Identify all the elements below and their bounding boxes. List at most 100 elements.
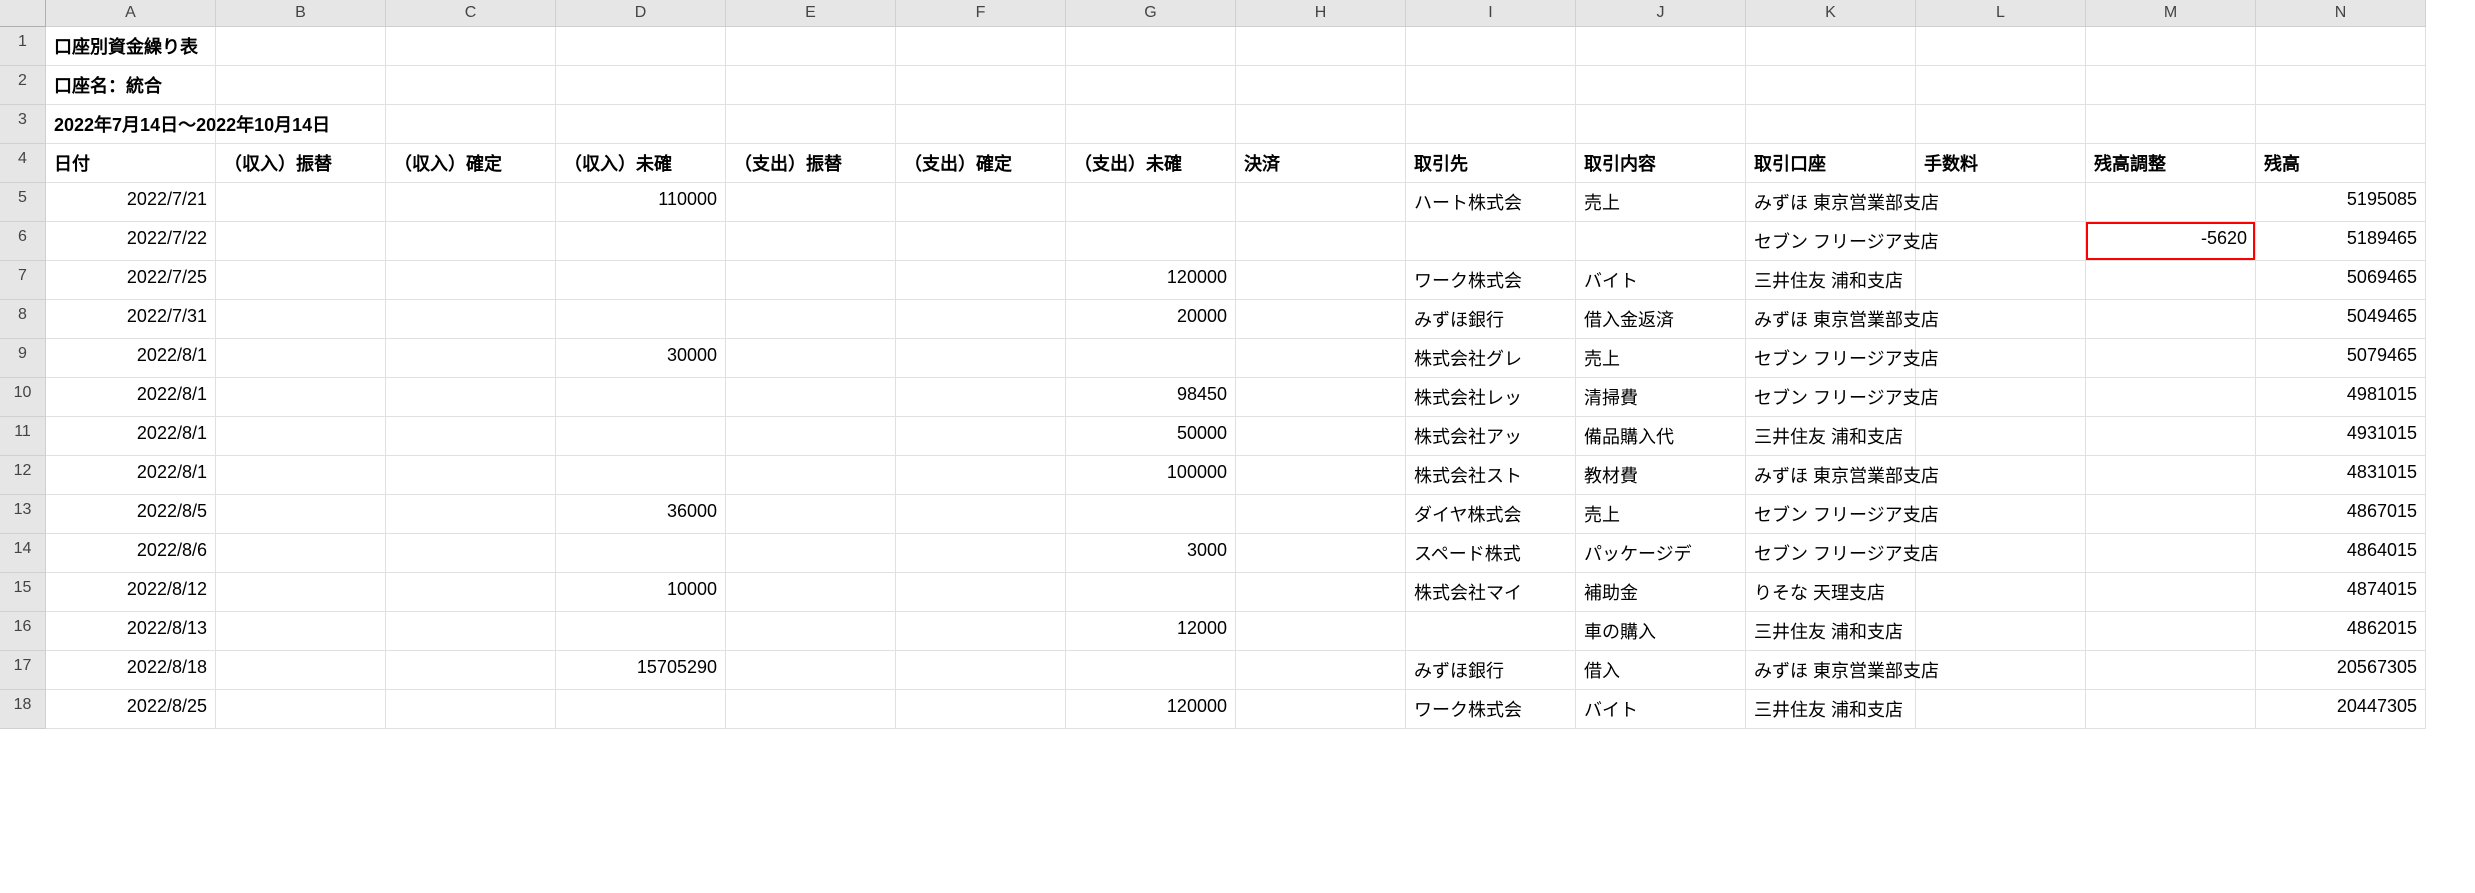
cell-L1[interactable] xyxy=(1916,27,2086,66)
cell-I7[interactable]: ワーク株式会 xyxy=(1406,261,1576,300)
row-header-17[interactable]: 17 xyxy=(0,651,46,690)
cell-I2[interactable] xyxy=(1406,66,1576,105)
cell-J9[interactable]: 売上 xyxy=(1576,339,1746,378)
header-A[interactable]: 日付 xyxy=(46,144,216,183)
cell-D6[interactable] xyxy=(556,222,726,261)
cell-N1[interactable] xyxy=(2256,27,2426,66)
cell-J16[interactable]: 車の購入 xyxy=(1576,612,1746,651)
cell-K17[interactable]: みずほ 東京営業部支店 xyxy=(1746,651,1916,690)
cell-B11[interactable] xyxy=(216,417,386,456)
cell-B2[interactable] xyxy=(216,66,386,105)
cell-F18[interactable] xyxy=(896,690,1066,729)
cell-F1[interactable] xyxy=(896,27,1066,66)
cell-F13[interactable] xyxy=(896,495,1066,534)
cell-K16[interactable]: 三井住友 浦和支店 xyxy=(1746,612,1916,651)
cell-F5[interactable] xyxy=(896,183,1066,222)
cell-M13[interactable] xyxy=(2086,495,2256,534)
cell-E1[interactable] xyxy=(726,27,896,66)
cell-D10[interactable] xyxy=(556,378,726,417)
cell-M7[interactable] xyxy=(2086,261,2256,300)
cell-J8[interactable]: 借入金返済 xyxy=(1576,300,1746,339)
cell-A13[interactable]: 2022/8/5 xyxy=(46,495,216,534)
cell-C3[interactable] xyxy=(386,105,556,144)
cell-K7[interactable]: 三井住友 浦和支店 xyxy=(1746,261,1916,300)
cell-N15[interactable]: 4874015 xyxy=(2256,573,2426,612)
cell-L7[interactable] xyxy=(1916,261,2086,300)
cell-E17[interactable] xyxy=(726,651,896,690)
cell-C12[interactable] xyxy=(386,456,556,495)
cell-I6[interactable] xyxy=(1406,222,1576,261)
cell-I3[interactable] xyxy=(1406,105,1576,144)
spreadsheet-grid[interactable]: ABCDEFGHIJKLMN1口座別資金繰り表2口座名：統合32022年7月14… xyxy=(0,0,2475,729)
cell-M2[interactable] xyxy=(2086,66,2256,105)
cell-C1[interactable] xyxy=(386,27,556,66)
period-cell[interactable]: 2022年7月14日～2022年10月14日 xyxy=(46,105,216,144)
col-header-B[interactable]: B xyxy=(216,0,386,27)
cell-I11[interactable]: 株式会社アッ xyxy=(1406,417,1576,456)
col-header-H[interactable]: H xyxy=(1236,0,1406,27)
col-header-J[interactable]: J xyxy=(1576,0,1746,27)
cell-G16[interactable]: 12000 xyxy=(1066,612,1236,651)
cell-H15[interactable] xyxy=(1236,573,1406,612)
cell-J12[interactable]: 教材費 xyxy=(1576,456,1746,495)
cell-C18[interactable] xyxy=(386,690,556,729)
title-cell[interactable]: 口座別資金繰り表 xyxy=(46,27,216,66)
cell-F15[interactable] xyxy=(896,573,1066,612)
cell-L11[interactable] xyxy=(1916,417,2086,456)
row-header-7[interactable]: 7 xyxy=(0,261,46,300)
row-header-1[interactable]: 1 xyxy=(0,27,46,66)
header-J[interactable]: 取引内容 xyxy=(1576,144,1746,183)
cell-H1[interactable] xyxy=(1236,27,1406,66)
cell-J15[interactable]: 補助金 xyxy=(1576,573,1746,612)
cell-L13[interactable] xyxy=(1916,495,2086,534)
cell-L9[interactable] xyxy=(1916,339,2086,378)
cell-D5[interactable]: 110000 xyxy=(556,183,726,222)
cell-N14[interactable]: 4864015 xyxy=(2256,534,2426,573)
cell-C16[interactable] xyxy=(386,612,556,651)
cell-C8[interactable] xyxy=(386,300,556,339)
row-header-18[interactable]: 18 xyxy=(0,690,46,729)
cell-C13[interactable] xyxy=(386,495,556,534)
cell-G13[interactable] xyxy=(1066,495,1236,534)
cell-L2[interactable] xyxy=(1916,66,2086,105)
row-header-8[interactable]: 8 xyxy=(0,300,46,339)
cell-B10[interactable] xyxy=(216,378,386,417)
cell-J5[interactable]: 売上 xyxy=(1576,183,1746,222)
header-C[interactable]: （収入）確定 xyxy=(386,144,556,183)
cell-H14[interactable] xyxy=(1236,534,1406,573)
cell-E7[interactable] xyxy=(726,261,896,300)
cell-I17[interactable]: みずほ銀行 xyxy=(1406,651,1576,690)
cell-F14[interactable] xyxy=(896,534,1066,573)
cell-K9[interactable]: セブン フリージア支店 xyxy=(1746,339,1916,378)
cell-N16[interactable]: 4862015 xyxy=(2256,612,2426,651)
cell-M6[interactable]: -5620 xyxy=(2086,222,2256,261)
cell-D7[interactable] xyxy=(556,261,726,300)
cell-C9[interactable] xyxy=(386,339,556,378)
cell-E13[interactable] xyxy=(726,495,896,534)
cell-L14[interactable] xyxy=(1916,534,2086,573)
header-K[interactable]: 取引口座 xyxy=(1746,144,1916,183)
col-header-F[interactable]: F xyxy=(896,0,1066,27)
cell-D17[interactable]: 15705290 xyxy=(556,651,726,690)
cell-H6[interactable] xyxy=(1236,222,1406,261)
row-header-13[interactable]: 13 xyxy=(0,495,46,534)
cell-L8[interactable] xyxy=(1916,300,2086,339)
cell-I9[interactable]: 株式会社グレ xyxy=(1406,339,1576,378)
cell-L16[interactable] xyxy=(1916,612,2086,651)
cell-I5[interactable]: ハート株式会 xyxy=(1406,183,1576,222)
cell-J6[interactable] xyxy=(1576,222,1746,261)
cell-J7[interactable]: バイト xyxy=(1576,261,1746,300)
cell-I1[interactable] xyxy=(1406,27,1576,66)
cell-G5[interactable] xyxy=(1066,183,1236,222)
cell-J14[interactable]: パッケージデ xyxy=(1576,534,1746,573)
cell-E14[interactable] xyxy=(726,534,896,573)
cell-J2[interactable] xyxy=(1576,66,1746,105)
cell-M15[interactable] xyxy=(2086,573,2256,612)
cell-K1[interactable] xyxy=(1746,27,1916,66)
row-header-4[interactable]: 4 xyxy=(0,144,46,183)
cell-N18[interactable]: 20447305 xyxy=(2256,690,2426,729)
cell-J13[interactable]: 売上 xyxy=(1576,495,1746,534)
row-header-10[interactable]: 10 xyxy=(0,378,46,417)
cell-B13[interactable] xyxy=(216,495,386,534)
cell-K3[interactable] xyxy=(1746,105,1916,144)
